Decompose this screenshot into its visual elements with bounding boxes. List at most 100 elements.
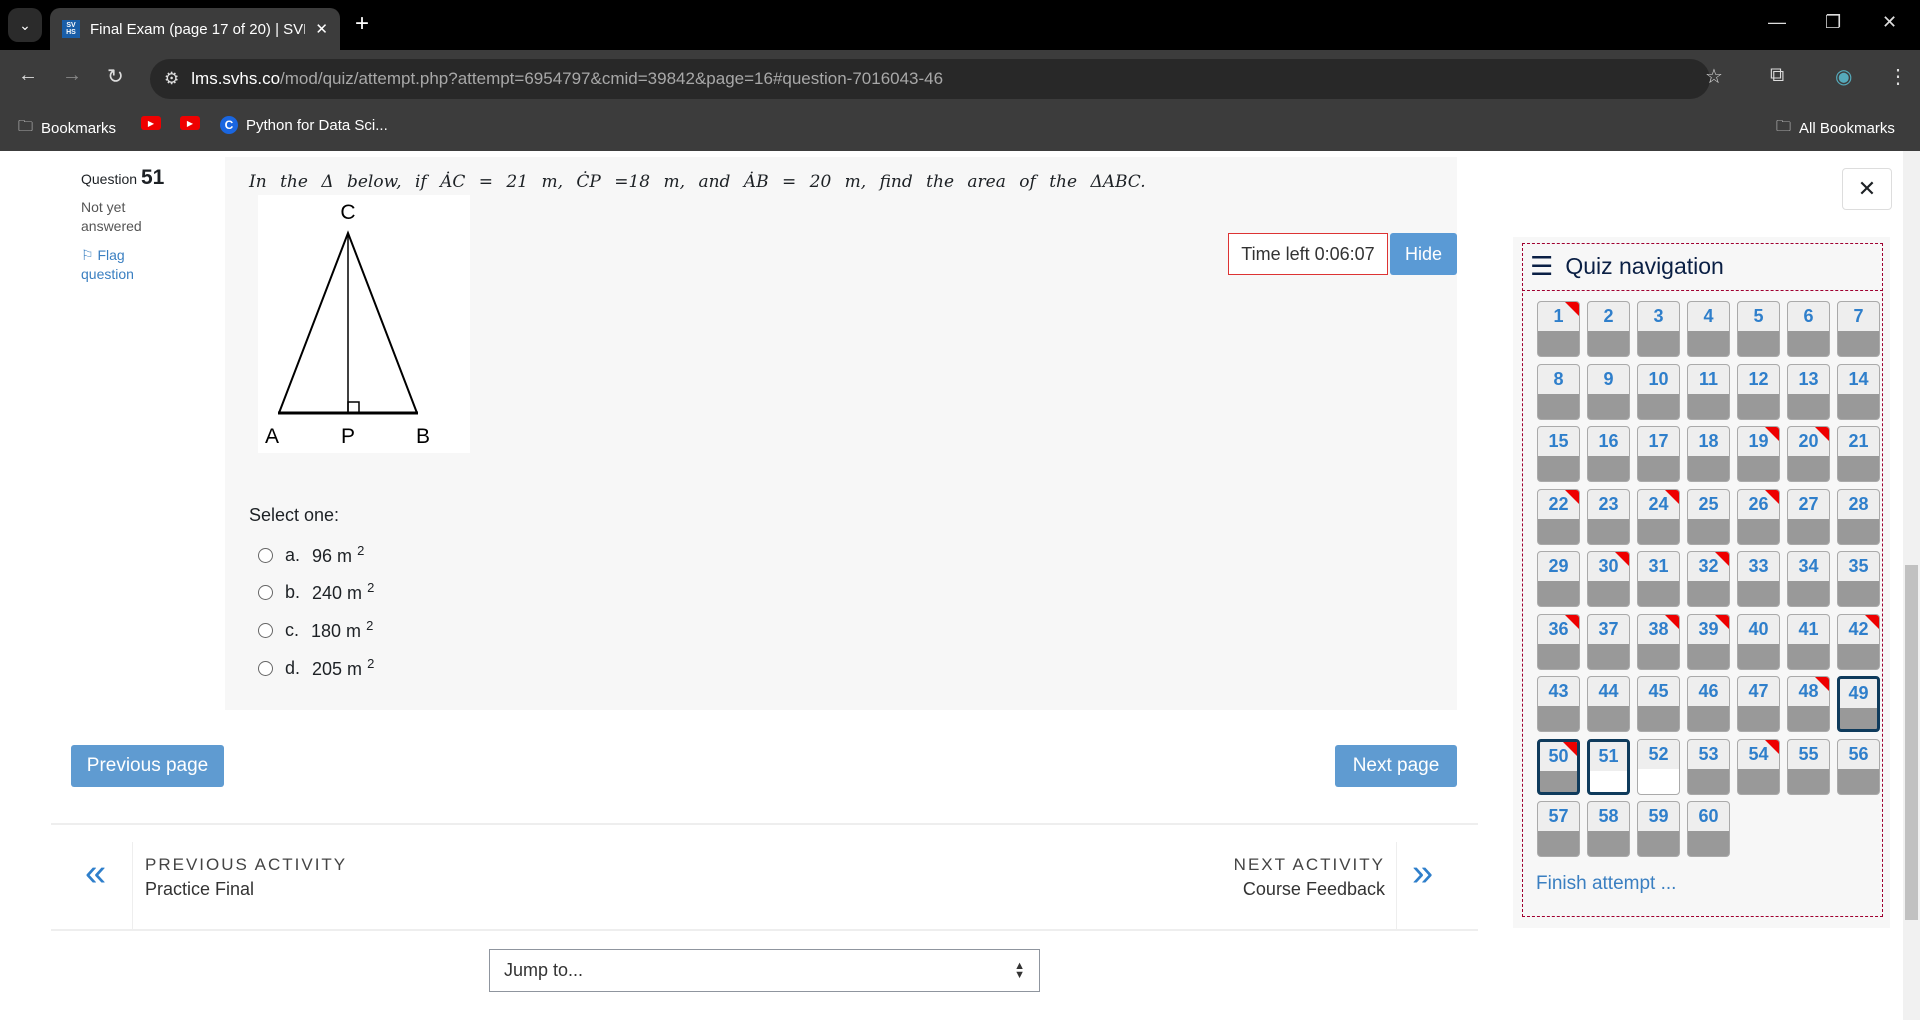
hamburger-icon[interactable]: ☰ bbox=[1530, 251, 1553, 282]
quiz-nav-question-2[interactable]: 2 bbox=[1587, 301, 1630, 357]
quiz-nav-question-28[interactable]: 28 bbox=[1837, 488, 1880, 545]
quiz-nav-question-23[interactable]: 23 bbox=[1587, 488, 1630, 545]
quiz-nav-question-8[interactable]: 8 bbox=[1537, 363, 1580, 420]
quiz-nav-question-6[interactable]: 6 bbox=[1787, 301, 1830, 357]
quiz-nav-question-16[interactable]: 16 bbox=[1587, 426, 1630, 482]
quiz-nav-question-27[interactable]: 27 bbox=[1787, 488, 1830, 545]
radio-a[interactable] bbox=[258, 547, 273, 563]
quiz-nav-question-12[interactable]: 12 bbox=[1737, 363, 1780, 420]
quiz-nav-question-11[interactable]: 11 bbox=[1687, 363, 1730, 420]
bookmarks-folder[interactable]: 🗀 Bookmarks bbox=[18, 116, 116, 141]
minimize-icon[interactable]: — bbox=[1768, 12, 1786, 33]
python-bookmark[interactable]: C Python for Data Sci... bbox=[220, 116, 388, 134]
scrollbar-thumb[interactable] bbox=[1905, 565, 1918, 920]
quiz-nav-question-21[interactable]: 21 bbox=[1837, 426, 1880, 482]
radio-b[interactable] bbox=[258, 584, 273, 600]
url-input[interactable]: ⚙ lms.svhs.co/mod/quiz/attempt.php?attem… bbox=[150, 59, 1710, 99]
quiz-nav-question-14[interactable]: 14 bbox=[1837, 363, 1880, 420]
quiz-nav-question-13[interactable]: 13 bbox=[1787, 363, 1830, 420]
quiz-nav-question-51[interactable]: 51 bbox=[1587, 738, 1630, 795]
new-tab-button[interactable]: + bbox=[355, 10, 369, 38]
restore-icon[interactable]: ❐ bbox=[1825, 12, 1841, 33]
option-c[interactable]: c. 180 m 2 bbox=[258, 618, 373, 642]
bookmark-star-icon[interactable]: ☆ bbox=[1705, 64, 1723, 89]
quiz-nav-question-48[interactable]: 48 bbox=[1787, 676, 1830, 732]
option-b[interactable]: b. 240 m 2 bbox=[258, 580, 374, 604]
hide-timer-button[interactable]: Hide bbox=[1390, 233, 1457, 275]
quiz-nav-question-25[interactable]: 25 bbox=[1687, 488, 1730, 545]
jump-to-select[interactable]: Jump to... ▲ ▼ bbox=[489, 949, 1040, 992]
radio-d[interactable] bbox=[258, 660, 273, 676]
extensions-icon[interactable]: ⧉ bbox=[1770, 64, 1784, 87]
quiz-nav-question-44[interactable]: 44 bbox=[1587, 676, 1630, 732]
quiz-nav-question-9[interactable]: 9 bbox=[1587, 363, 1630, 420]
quiz-nav-question-32[interactable]: 32 bbox=[1687, 551, 1730, 607]
quiz-nav-question-38[interactable]: 38 bbox=[1637, 613, 1680, 670]
quiz-nav-question-56[interactable]: 56 bbox=[1837, 738, 1880, 795]
quiz-nav-question-29[interactable]: 29 bbox=[1537, 551, 1580, 607]
quiz-nav-question-31[interactable]: 31 bbox=[1637, 551, 1680, 607]
quiz-nav-question-15[interactable]: 15 bbox=[1537, 426, 1580, 482]
flag-question-link[interactable]: ⚐ Flag question bbox=[81, 246, 151, 284]
profile-avatar[interactable]: ◉ bbox=[1835, 64, 1852, 89]
tab-list-button[interactable]: ⌄ bbox=[8, 8, 42, 42]
quiz-nav-question-47[interactable]: 47 bbox=[1737, 676, 1780, 732]
quiz-nav-question-5[interactable]: 5 bbox=[1737, 301, 1780, 357]
close-drawer-button[interactable]: ✕ bbox=[1842, 168, 1892, 210]
close-tab-icon[interactable]: ✕ bbox=[315, 20, 328, 38]
quiz-nav-question-57[interactable]: 57 bbox=[1537, 801, 1580, 857]
radio-c[interactable] bbox=[258, 622, 273, 638]
quiz-nav-question-41[interactable]: 41 bbox=[1787, 613, 1830, 670]
forward-icon[interactable]: → bbox=[62, 64, 82, 87]
quiz-nav-question-59[interactable]: 59 bbox=[1637, 801, 1680, 857]
youtube-bookmark-1[interactable]: ▶ bbox=[141, 116, 161, 130]
prev-activity-chevron-icon[interactable]: « bbox=[85, 852, 106, 895]
quiz-nav-question-43[interactable]: 43 bbox=[1537, 676, 1580, 732]
quiz-nav-question-39[interactable]: 39 bbox=[1687, 613, 1730, 670]
quiz-nav-question-18[interactable]: 18 bbox=[1687, 426, 1730, 482]
quiz-nav-question-49[interactable]: 49 bbox=[1837, 676, 1880, 732]
quiz-nav-question-7[interactable]: 7 bbox=[1837, 301, 1880, 357]
quiz-nav-question-26[interactable]: 26 bbox=[1737, 488, 1780, 545]
quiz-nav-question-1[interactable]: 1 bbox=[1537, 301, 1580, 357]
quiz-nav-question-40[interactable]: 40 bbox=[1737, 613, 1780, 670]
menu-icon[interactable]: ⋮ bbox=[1888, 64, 1908, 89]
next-page-button[interactable]: Next page bbox=[1335, 745, 1457, 787]
quiz-nav-question-55[interactable]: 55 bbox=[1787, 738, 1830, 795]
quiz-nav-question-34[interactable]: 34 bbox=[1787, 551, 1830, 607]
browser-tab[interactable]: SV HS Final Exam (page 17 of 20) | SVHS ✕ bbox=[50, 8, 340, 50]
quiz-nav-question-50[interactable]: 50 bbox=[1537, 738, 1580, 795]
reload-icon[interactable]: ↻ bbox=[107, 64, 124, 89]
quiz-nav-question-60[interactable]: 60 bbox=[1687, 801, 1730, 857]
quiz-nav-question-24[interactable]: 24 bbox=[1637, 488, 1680, 545]
close-window-icon[interactable]: ✕ bbox=[1882, 12, 1897, 33]
quiz-nav-question-53[interactable]: 53 bbox=[1687, 738, 1730, 795]
quiz-nav-question-17[interactable]: 17 bbox=[1637, 426, 1680, 482]
quiz-nav-question-54[interactable]: 54 bbox=[1737, 738, 1780, 795]
quiz-nav-question-58[interactable]: 58 bbox=[1587, 801, 1630, 857]
quiz-nav-question-52[interactable]: 52 bbox=[1637, 738, 1680, 795]
quiz-nav-question-22[interactable]: 22 bbox=[1537, 488, 1580, 545]
quiz-nav-question-35[interactable]: 35 bbox=[1837, 551, 1880, 607]
youtube-bookmark-2[interactable]: ▶ bbox=[180, 116, 200, 130]
site-settings-icon[interactable]: ⚙ bbox=[164, 69, 179, 89]
quiz-nav-question-19[interactable]: 19 bbox=[1737, 426, 1780, 482]
quiz-nav-question-36[interactable]: 36 bbox=[1537, 613, 1580, 670]
quiz-nav-question-37[interactable]: 37 bbox=[1587, 613, 1630, 670]
finish-attempt-link[interactable]: Finish attempt ... bbox=[1536, 873, 1676, 895]
quiz-nav-question-3[interactable]: 3 bbox=[1637, 301, 1680, 357]
next-activity-link[interactable]: NEXT ACTIVITY Course Feedback bbox=[1200, 855, 1385, 900]
quiz-nav-question-4[interactable]: 4 bbox=[1687, 301, 1730, 357]
all-bookmarks[interactable]: 🗀 All Bookmarks bbox=[1776, 116, 1895, 141]
quiz-nav-question-45[interactable]: 45 bbox=[1637, 676, 1680, 732]
quiz-nav-question-30[interactable]: 30 bbox=[1587, 551, 1630, 607]
quiz-nav-question-46[interactable]: 46 bbox=[1687, 676, 1730, 732]
quiz-nav-question-10[interactable]: 10 bbox=[1637, 363, 1680, 420]
option-d[interactable]: d. 205 m 2 bbox=[258, 656, 374, 680]
quiz-nav-question-20[interactable]: 20 bbox=[1787, 426, 1830, 482]
quiz-nav-question-33[interactable]: 33 bbox=[1737, 551, 1780, 607]
next-activity-chevron-icon[interactable]: » bbox=[1412, 852, 1433, 895]
quiz-nav-question-42[interactable]: 42 bbox=[1837, 613, 1880, 670]
previous-activity-link[interactable]: PREVIOUS ACTIVITY Practice Final bbox=[145, 855, 347, 900]
back-icon[interactable]: ← bbox=[18, 64, 38, 87]
